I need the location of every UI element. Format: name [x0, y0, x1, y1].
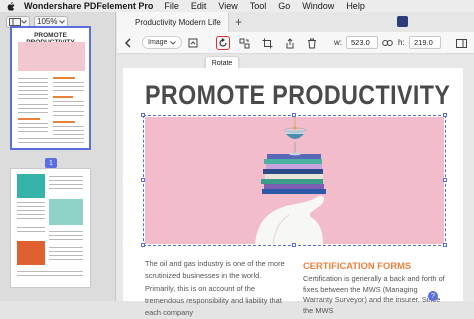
resize-handle-right[interactable]	[443, 178, 447, 182]
tab-label: Productivity Modern Life	[135, 17, 221, 27]
width-label: w:	[334, 38, 342, 47]
chevron-left-icon	[125, 38, 131, 48]
rotate-icon	[219, 38, 227, 47]
replace-image-icon	[239, 38, 249, 48]
certification-heading[interactable]: CERTIFICATION FORMS	[303, 260, 411, 271]
account-icon[interactable]	[397, 16, 408, 27]
replace-image-button[interactable]	[237, 36, 251, 50]
app-name[interactable]: Wondershare PDFelement Pro	[24, 1, 153, 11]
page-thumbnail-1[interactable]: PROMOTE PRODUCTIVITY	[10, 26, 91, 150]
element-type-label: Image	[148, 39, 168, 46]
delete-button[interactable]	[305, 36, 319, 50]
thumbnail-image	[17, 241, 45, 265]
apple-menu-icon[interactable]	[6, 1, 16, 11]
thumbnail-image	[49, 199, 83, 225]
menu-window[interactable]: Window	[302, 1, 334, 11]
resize-handle-bottom-left[interactable]	[141, 243, 145, 247]
chevron-down-icon	[59, 19, 66, 24]
tab-document[interactable]: Productivity Modern Life	[117, 12, 229, 32]
help-icon[interactable]: ?	[428, 291, 438, 301]
cocktail-illustration	[255, 117, 326, 244]
thumbnail-image	[18, 42, 85, 71]
panel-icon	[455, 38, 467, 48]
chevron-down-icon	[170, 40, 177, 45]
chevron-down-icon	[21, 19, 27, 24]
extract-image-button[interactable]	[186, 36, 200, 50]
width-input[interactable]: 523.0	[346, 36, 378, 49]
resize-handle-top[interactable]	[292, 113, 296, 117]
crop-button[interactable]	[260, 36, 274, 50]
share-button[interactable]	[283, 36, 297, 50]
menu-help[interactable]: Help	[346, 1, 365, 11]
image-toolbar: Image w: 523.0 h: 219.0	[117, 32, 474, 54]
crop-icon	[262, 38, 272, 48]
menu-go[interactable]: Go	[278, 1, 290, 11]
trash-icon	[308, 38, 316, 48]
document-title: PROMOTE PRODUCTIVITY	[145, 80, 451, 110]
body-text-left[interactable]: The oil and gas industry is one of the m…	[145, 258, 293, 319]
page-number-badge: 1	[45, 158, 57, 168]
resize-handle-bottom-right[interactable]	[443, 243, 447, 247]
more-options-button[interactable]	[454, 36, 468, 50]
menu-edit[interactable]: Edit	[191, 1, 207, 11]
resize-handle-left[interactable]	[141, 178, 145, 182]
link-icon	[381, 40, 393, 46]
back-button[interactable]	[121, 36, 135, 50]
menu-tool[interactable]: Tool	[250, 1, 267, 11]
height-input[interactable]: 219.0	[409, 36, 441, 49]
share-icon	[286, 37, 294, 48]
tab-bar: Productivity Modern Life +	[117, 12, 474, 32]
body-text-right[interactable]: Certification is generally a back and fo…	[303, 274, 448, 316]
menu-bar: Wondershare PDFelement Pro File Edit Vie…	[0, 0, 474, 12]
menu-view[interactable]: View	[218, 1, 237, 11]
resize-handle-top-left[interactable]	[141, 113, 145, 117]
resize-handle-bottom[interactable]	[292, 243, 296, 247]
extract-image-icon	[188, 38, 197, 47]
selected-image[interactable]	[145, 117, 444, 244]
thumbnail-image	[17, 174, 45, 198]
sidebar-icon	[9, 17, 21, 26]
new-tab-button[interactable]: +	[235, 15, 242, 29]
rotate-button[interactable]	[216, 36, 230, 50]
height-label: h:	[398, 38, 405, 47]
zoom-value: 105%	[37, 17, 58, 26]
page-thumbnail-2[interactable]	[10, 168, 91, 288]
resize-handle-top-right[interactable]	[443, 113, 447, 117]
menu-file[interactable]: File	[164, 1, 179, 11]
element-type-dropdown[interactable]: Image	[142, 36, 183, 49]
lock-ratio-button[interactable]	[380, 36, 394, 50]
